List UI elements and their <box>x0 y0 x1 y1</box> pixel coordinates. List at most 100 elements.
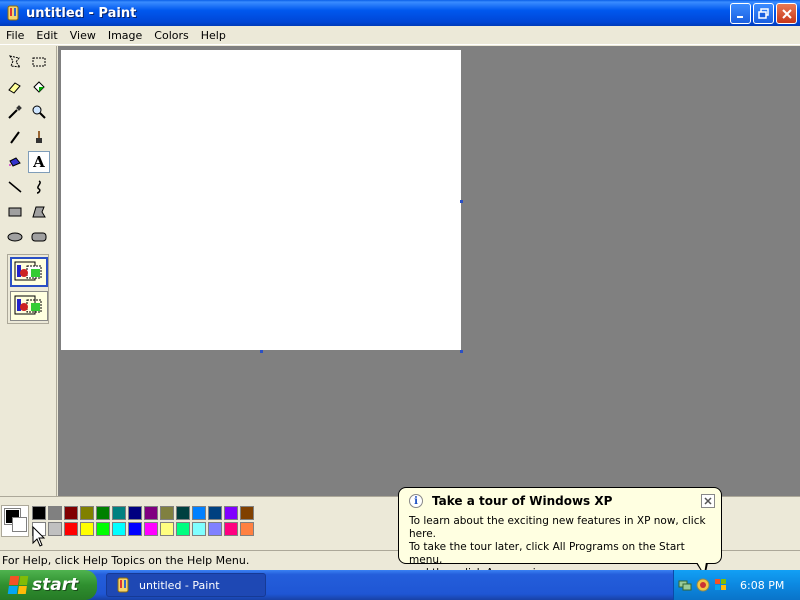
menu-colors[interactable]: Colors <box>148 29 194 42</box>
palette-swatch[interactable] <box>128 522 142 536</box>
tool-curve[interactable] <box>28 176 50 198</box>
close-button[interactable] <box>776 3 797 24</box>
tool-pencil[interactable] <box>4 126 26 148</box>
palette-swatch[interactable] <box>176 506 190 520</box>
windows-flag-tray-icon[interactable] <box>714 578 728 592</box>
palette-swatch[interactable] <box>48 522 62 536</box>
tool-rect-select[interactable] <box>28 51 50 73</box>
palette-swatch[interactable] <box>144 506 158 520</box>
taskbar-item-label: untitled - Paint <box>139 578 220 592</box>
tool-ellipse[interactable] <box>4 226 26 248</box>
close-icon <box>704 497 712 505</box>
palette-swatch[interactable] <box>64 522 78 536</box>
opaque-background-option[interactable] <box>10 257 48 287</box>
transparent-background-option[interactable] <box>10 291 48 321</box>
tool-options-panel <box>7 254 49 324</box>
palette-swatch[interactable] <box>112 522 126 536</box>
tool-rectangle[interactable] <box>4 201 26 223</box>
palette-swatch[interactable] <box>160 522 174 536</box>
tool-magnifier[interactable] <box>28 101 50 123</box>
rectangle-icon <box>8 207 22 217</box>
palette-swatch[interactable] <box>144 522 158 536</box>
start-label: start <box>32 575 79 595</box>
palette-swatch[interactable] <box>192 522 206 536</box>
menu-view[interactable]: View <box>64 29 102 42</box>
pencil-icon <box>10 131 20 144</box>
eraser-icon <box>8 82 21 94</box>
maximize-button[interactable] <box>753 3 774 24</box>
paint-app-icon <box>117 577 129 593</box>
taskbar-item-paint[interactable]: untitled - Paint <box>106 573 266 597</box>
menu-edit[interactable]: Edit <box>30 29 63 42</box>
balloon-close-button[interactable] <box>701 494 715 508</box>
palette-swatch[interactable] <box>80 506 94 520</box>
opaque-option-icon <box>14 261 42 281</box>
fill-bucket-icon <box>33 81 45 93</box>
palette-swatch[interactable] <box>32 506 46 520</box>
palette-swatch[interactable] <box>48 506 62 520</box>
palette-swatch[interactable] <box>96 522 110 536</box>
rect-select-icon <box>32 57 46 67</box>
polygon-icon <box>32 206 46 218</box>
tool-free-select[interactable] <box>4 51 26 73</box>
free-select-icon <box>8 55 22 68</box>
brush-icon <box>36 131 42 143</box>
magnifier-icon <box>32 105 46 119</box>
taskbar: start untitled - Paint 6:08 PM <box>0 570 800 600</box>
ellipse-icon <box>7 232 23 242</box>
mouse-cursor-icon <box>32 526 46 547</box>
eyedropper-icon <box>8 105 22 119</box>
network-icon[interactable] <box>678 578 692 592</box>
tool-pick-color[interactable] <box>4 101 26 123</box>
canvas-workspace <box>58 46 800 496</box>
tool-rounded-rectangle[interactable] <box>28 226 50 248</box>
palette-swatch[interactable] <box>96 506 110 520</box>
system-tray: 6:08 PM <box>673 570 800 600</box>
balloon-line-2: To take the tour later, click All Progra… <box>409 541 685 566</box>
palette-swatch[interactable] <box>224 506 238 520</box>
palette-swatch[interactable] <box>224 522 238 536</box>
start-button[interactable]: start <box>0 570 97 600</box>
palette-swatch[interactable] <box>208 522 222 536</box>
menu-file[interactable]: File <box>0 29 30 42</box>
windows-logo-icon <box>7 576 29 594</box>
palette-swatch[interactable] <box>192 506 206 520</box>
status-text: For Help, click Help Topics on the Help … <box>2 554 250 567</box>
balloon-line-1: To learn about the exciting new features… <box>409 515 706 540</box>
palette-swatch[interactable] <box>176 522 190 536</box>
palette-swatch[interactable] <box>64 506 78 520</box>
line-icon <box>8 181 22 193</box>
palette-swatch[interactable] <box>128 506 142 520</box>
palette-swatch[interactable] <box>240 522 254 536</box>
resize-handle-corner[interactable] <box>460 350 463 353</box>
tour-balloon[interactable]: i Take a tour of Windows XP To learn abo… <box>398 487 722 579</box>
tool-eraser[interactable] <box>4 76 26 98</box>
menu-image[interactable]: Image <box>102 29 148 42</box>
rounded-rectangle-icon <box>31 232 47 242</box>
resize-handle-bottom[interactable] <box>260 350 263 353</box>
tool-polygon[interactable] <box>28 201 50 223</box>
info-icon: i <box>409 494 423 508</box>
tool-airbrush[interactable] <box>4 151 26 173</box>
title-bar[interactable]: untitled - Paint <box>0 0 800 26</box>
menu-help[interactable]: Help <box>195 29 232 42</box>
palette-swatch[interactable] <box>112 506 126 520</box>
tool-text[interactable]: A <box>28 151 50 173</box>
background-color[interactable] <box>12 517 27 532</box>
minimize-button[interactable] <box>730 3 751 24</box>
palette-swatch[interactable] <box>208 506 222 520</box>
tool-brush[interactable] <box>28 126 50 148</box>
minimize-icon <box>736 15 743 18</box>
palette-swatch[interactable] <box>160 506 174 520</box>
resize-handle-right[interactable] <box>460 200 463 203</box>
palette-swatch[interactable] <box>240 506 254 520</box>
tool-line[interactable] <box>4 176 26 198</box>
tool-box: A <box>0 46 57 496</box>
palette-swatch[interactable] <box>80 522 94 536</box>
drawing-canvas[interactable] <box>61 50 461 350</box>
security-center-icon[interactable] <box>696 578 710 592</box>
menu-bar: File Edit View Image Colors Help <box>0 26 800 45</box>
clock[interactable]: 6:08 PM <box>740 579 784 592</box>
tool-fill[interactable] <box>28 76 50 98</box>
restore-icon <box>758 8 769 19</box>
